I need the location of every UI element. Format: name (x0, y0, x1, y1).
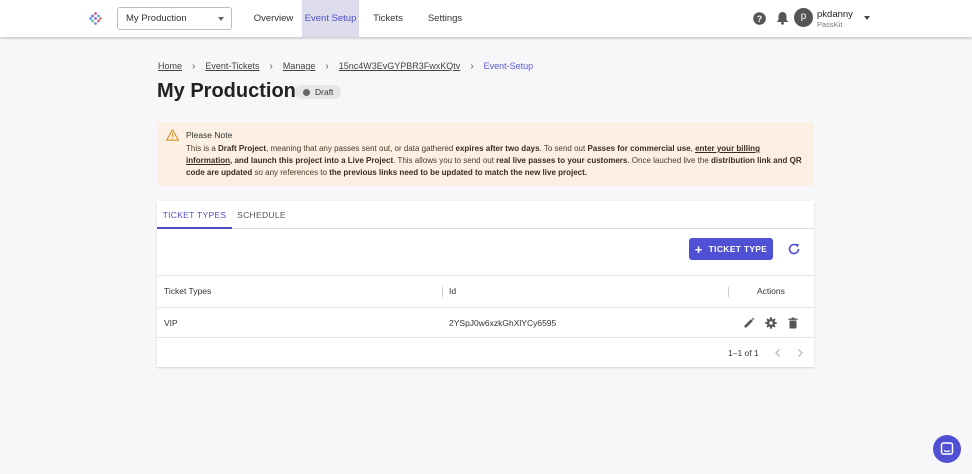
chevron-down-icon (218, 17, 224, 21)
nav-tickets[interactable]: Tickets (368, 0, 408, 37)
chat-button[interactable] (933, 435, 961, 463)
chat-icon (940, 442, 954, 455)
chevron-right-icon: › (192, 60, 196, 72)
add-ticket-type-label: TICKET TYPE (708, 244, 768, 254)
tab-schedule[interactable]: SCHEDULE (234, 201, 289, 229)
column-separator[interactable] (728, 287, 729, 297)
passkit-logo-icon[interactable] (89, 12, 102, 25)
notice-body: This is a Draft Project, meaning that an… (186, 143, 808, 179)
chevron-right-icon[interactable] (795, 348, 805, 358)
notice-text: . Once lauched live the (627, 156, 711, 165)
nav-event-setup[interactable]: Event Setup (302, 0, 359, 37)
tab-ticket-types[interactable]: TICKET TYPES (157, 201, 232, 229)
warning-icon (166, 129, 179, 141)
refresh-icon[interactable] (787, 242, 801, 256)
ticket-types-table: Ticket Types Id Actions VIP 2YSpJ0w6xzkG… (157, 275, 814, 358)
ticket-type-id: 2YSpJ0w6xzkGhXlYCy6595 (449, 318, 557, 328)
plus-icon: + (694, 241, 703, 257)
ticket-type-name: VIP (164, 318, 178, 328)
chevron-right-icon: › (269, 60, 273, 72)
gear-icon[interactable] (765, 317, 777, 329)
help-icon[interactable]: ? (753, 12, 766, 25)
nav-settings[interactable]: Settings (423, 0, 467, 37)
status-badge: Draft (295, 85, 342, 99)
nav-overview[interactable]: Overview (250, 0, 297, 37)
notice-title: Please Note (186, 130, 233, 140)
table-pagination: 1–1 of 1 (157, 338, 814, 368)
trash-icon[interactable] (787, 317, 799, 329)
breadcrumb-event-tickets[interactable]: Event-Tickets (205, 61, 259, 71)
column-header-ticket-types[interactable]: Ticket Types (164, 276, 211, 307)
column-header-id[interactable]: Id (449, 276, 456, 307)
notice-text: This is a (186, 144, 219, 153)
notice-emphasis: real live passes to your customers (496, 156, 628, 165)
page-title: My Production (157, 80, 296, 102)
draft-notice: Please Note This is a Draft Project, mea… (157, 122, 814, 186)
breadcrumb-home[interactable]: Home (158, 61, 182, 71)
breadcrumb: Home › Event-Tickets › Manage › 15nc4W3E… (158, 60, 533, 72)
notice-text: so any references to (252, 168, 330, 177)
ticket-types-card: TICKET TYPES SCHEDULE + TICKET TYPE Tick… (157, 201, 814, 367)
notice-text: , meaning that any passes sent out, or d… (266, 144, 456, 153)
chevron-left-icon[interactable] (773, 348, 783, 358)
breadcrumb-manage[interactable]: Manage (283, 61, 316, 71)
bell-icon[interactable] (776, 11, 789, 25)
project-selector[interactable]: My Production (117, 7, 232, 30)
column-header-actions: Actions (757, 286, 785, 296)
status-badge-label: Draft (315, 87, 334, 97)
pagination-range: 1–1 of 1 (728, 348, 759, 358)
chevron-right-icon: › (470, 60, 474, 72)
breadcrumb-project-id[interactable]: 15nc4W3EvGYPBR3FwxKQtv (339, 61, 461, 71)
notice-emphasis: the previous links need to be updated to… (329, 168, 588, 177)
tab-bar: TICKET TYPES SCHEDULE (157, 201, 814, 229)
table-row[interactable]: VIP 2YSpJ0w6xzkGhXlYCy6595 (157, 308, 814, 338)
add-ticket-type-button[interactable]: + TICKET TYPE (689, 238, 773, 260)
user-company: PassKit (817, 20, 843, 29)
user-name[interactable]: pkdanny (817, 9, 853, 20)
notice-text: . To send out (539, 144, 588, 153)
notice-text: . This allows you to send out (393, 156, 497, 165)
notice-emphasis: , and launch this project into a Live Pr… (230, 156, 394, 165)
notice-emphasis: expires after two days (455, 144, 540, 153)
breadcrumb-event-setup: Event-Setup (483, 61, 534, 71)
pencil-icon[interactable] (743, 317, 755, 329)
table-header-row: Ticket Types Id Actions (157, 276, 814, 308)
chevron-right-icon: › (325, 60, 329, 72)
notice-emphasis: Draft Project (218, 144, 267, 153)
top-bar: My Production Overview Event Setup Ticke… (0, 0, 972, 37)
avatar[interactable]: p (794, 8, 813, 27)
chevron-down-icon[interactable] (864, 16, 870, 20)
svg-text:?: ? (757, 14, 763, 24)
status-dot-icon (303, 88, 310, 96)
notice-emphasis: Passes for commercial use (587, 144, 691, 153)
column-separator[interactable] (442, 287, 443, 297)
project-selector-value: My Production (126, 13, 187, 24)
